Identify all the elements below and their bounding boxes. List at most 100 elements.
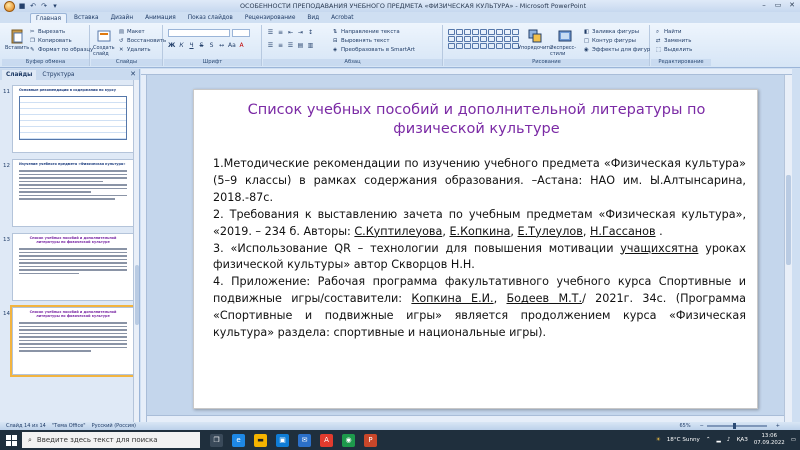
save-icon[interactable]: ■ (18, 2, 26, 10)
strikethrough-icon[interactable]: S (198, 42, 205, 49)
increase-indent-icon[interactable]: ⇥ (297, 29, 304, 36)
font-color-icon[interactable]: А (238, 42, 245, 49)
case-icon[interactable]: Аа (228, 42, 236, 49)
shape-effects-button[interactable]: ◉ Эффекты для фигур (584, 47, 650, 53)
office-button[interactable] (4, 0, 15, 12)
shape-icon[interactable] (464, 29, 471, 35)
slide-title[interactable]: Список учебных пособий и дополнительной … (224, 101, 729, 139)
slide-thumbnail[interactable]: Основные рекомендации в содержании по ку… (12, 85, 134, 153)
find-button[interactable]: ⌕ Найти (656, 29, 682, 35)
panel-scrollbar[interactable] (133, 80, 139, 422)
notifications-icon[interactable]: ▭ (791, 437, 796, 443)
numbering-icon[interactable]: ≡ (277, 29, 284, 36)
bold-icon[interactable]: Ж (168, 42, 175, 49)
copy-button[interactable]: ❐ Копировать (30, 38, 72, 44)
file-explorer-icon[interactable]: ▬ (254, 433, 267, 447)
align-center-icon[interactable]: ≡ (277, 42, 284, 49)
shape-icon[interactable] (480, 36, 487, 42)
tab-insert[interactable]: Вставка (69, 13, 104, 23)
smartart-button[interactable]: ◈ Преобразовать в SmartArt (333, 47, 415, 53)
shape-icon[interactable] (488, 43, 495, 49)
edge-icon[interactable]: e (232, 433, 245, 447)
tab-outline[interactable]: Структура (38, 70, 78, 80)
slide-canvas[interactable]: Список учебных пособий и дополнительной … (193, 89, 758, 409)
shape-icon[interactable] (448, 36, 455, 42)
text-direction-button[interactable]: ⇅ Направление текста (333, 29, 400, 35)
slide-scrollbar[interactable] (784, 75, 792, 422)
align-left-icon[interactable]: ☰ (267, 42, 274, 49)
shape-icon[interactable] (464, 36, 471, 42)
keyboard-language[interactable]: ҚАЗ (736, 437, 747, 443)
shape-icon[interactable] (464, 43, 471, 49)
shape-icon[interactable] (504, 43, 511, 49)
tab-view[interactable]: Вид (302, 13, 324, 23)
tab-design[interactable]: Дизайн (106, 13, 139, 23)
shape-icon[interactable] (480, 43, 487, 49)
new-slide-button[interactable]: Создать слайд (93, 28, 115, 57)
maximize-button[interactable]: ▭ (772, 1, 784, 10)
redo-icon[interactable]: ↷ (40, 2, 48, 10)
slide-body[interactable]: 1.Методические рекомендации по изучению … (213, 156, 746, 342)
align-text-button[interactable]: ⊟ Выровнять текст (333, 38, 389, 44)
store-icon[interactable]: ▣ (276, 433, 289, 447)
close-panel-icon[interactable]: ✕ (130, 70, 136, 78)
close-button[interactable]: ✕ (786, 1, 798, 10)
minimize-button[interactable]: – (758, 1, 770, 10)
tab-animation[interactable]: Анимация (140, 13, 181, 23)
bullets-icon[interactable]: ☰ (267, 29, 274, 36)
shape-icon[interactable] (488, 36, 495, 42)
language-indicator[interactable]: Русский (Россия) (92, 423, 136, 429)
reset-button[interactable]: ↺ Восстановить (119, 38, 166, 44)
shape-icon[interactable] (448, 29, 455, 35)
acrobat-icon[interactable]: A (320, 433, 333, 447)
task-view-icon[interactable]: ❐ (210, 433, 223, 447)
shape-icon[interactable] (512, 29, 519, 35)
shape-icon[interactable] (512, 36, 519, 42)
decrease-indent-icon[interactable]: ⇤ (287, 29, 294, 36)
slide-scroll-thumb[interactable] (786, 175, 791, 265)
arrange-button[interactable]: Упорядочить (518, 28, 552, 51)
tab-slides[interactable]: Слайды (2, 70, 37, 80)
replace-button[interactable]: ⇄ Заменить (656, 38, 692, 44)
shape-outline-button[interactable]: □ Контур фигуры (584, 38, 636, 44)
quick-styles-button[interactable]: Экспресс-стили (550, 28, 580, 57)
weather-text[interactable]: 18°C Sunny (667, 437, 700, 443)
zoom-in-icon[interactable]: + (776, 423, 780, 429)
tab-review[interactable]: Рецензирование (240, 13, 301, 23)
shadow-icon[interactable]: S (208, 42, 215, 49)
cut-button[interactable]: ✂ Вырезать (30, 29, 65, 35)
start-button[interactable] (0, 430, 22, 450)
select-button[interactable]: ⬚ Выделить (656, 47, 692, 53)
shape-icon[interactable] (488, 29, 495, 35)
format-painter-button[interactable]: ✎ Формат по образцу (30, 47, 93, 53)
panel-scroll-thumb[interactable] (135, 265, 139, 325)
tab-slideshow[interactable]: Показ слайдов (183, 13, 238, 23)
shape-icon[interactable] (504, 29, 511, 35)
shape-icon[interactable] (472, 36, 479, 42)
tray-arrow-icon[interactable]: ⌃ (706, 437, 711, 443)
undo-icon[interactable]: ↶ (29, 2, 37, 10)
zoom-level[interactable]: 65% (679, 423, 690, 429)
shape-icon[interactable] (472, 43, 479, 49)
network-icon[interactable]: ▂ (717, 437, 721, 443)
chrome-icon[interactable]: ◉ (342, 433, 355, 447)
shape-icon[interactable] (456, 36, 463, 42)
volume-icon[interactable]: ♪ (727, 437, 731, 443)
underline-icon[interactable]: Ч (188, 42, 195, 49)
justify-icon[interactable]: ▤ (297, 42, 304, 49)
font-name-box[interactable] (168, 29, 230, 37)
shape-icon[interactable] (496, 36, 503, 42)
shape-icon[interactable] (496, 43, 503, 49)
slide-thumbnail[interactable]: Изучение учебного предмета «Физическая к… (12, 159, 134, 227)
shape-icon[interactable] (480, 29, 487, 35)
line-spacing-icon[interactable]: ↕ (307, 29, 314, 36)
shape-icon[interactable] (456, 29, 463, 35)
shape-icon[interactable] (504, 36, 511, 42)
delete-slide-button[interactable]: ✕ Удалить (119, 47, 151, 53)
notes-pane[interactable] (147, 415, 784, 422)
clock[interactable]: 13:06 07.09.2022 (754, 433, 785, 447)
tab-acrobat[interactable]: Acrobat (326, 13, 358, 23)
shapes-gallery[interactable] (448, 29, 519, 49)
shape-icon[interactable] (496, 29, 503, 35)
zoom-out-icon[interactable]: − (700, 423, 704, 429)
